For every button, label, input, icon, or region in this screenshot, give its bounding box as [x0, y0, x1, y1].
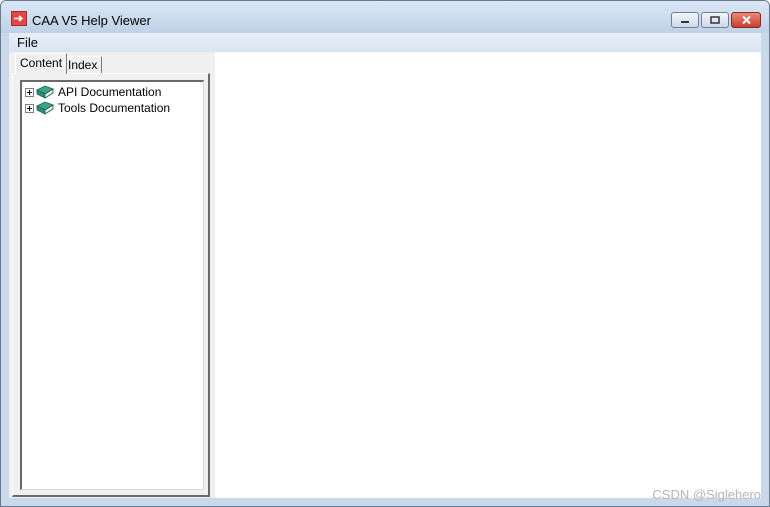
restore-icon — [710, 16, 720, 24]
close-button[interactable] — [731, 12, 761, 28]
caption-buttons — [671, 12, 761, 28]
minimize-icon — [680, 21, 689, 23]
tab-index[interactable]: Index — [63, 56, 103, 73]
menu-bar: File — [9, 33, 761, 52]
tree-item-tools-documentation[interactable]: Tools Documentation — [25, 100, 170, 116]
navigation-panel: Content Index API Documentation Tools Do… — [9, 52, 214, 498]
client-area: Content Index API Documentation Tools Do… — [9, 52, 761, 498]
tab-page-content: API Documentation Tools Documentation — [12, 73, 210, 497]
menu-file[interactable]: File — [17, 35, 38, 50]
book-icon — [36, 101, 54, 115]
title-bar[interactable]: CAA V5 Help Viewer — [1, 1, 769, 33]
restore-button[interactable] — [701, 12, 729, 28]
expand-icon[interactable] — [25, 103, 34, 113]
help-content-pane[interactable] — [215, 52, 761, 498]
content-tree[interactable]: API Documentation Tools Documentation — [20, 80, 204, 490]
tree-item-label: API Documentation — [58, 85, 162, 99]
expand-icon[interactable] — [25, 87, 34, 97]
minimize-button[interactable] — [671, 12, 699, 28]
tree-item-label: Tools Documentation — [58, 101, 171, 115]
watermark: CSDN @Siglehero — [652, 487, 761, 502]
tab-content[interactable]: Content — [15, 53, 68, 74]
window-title: CAA V5 Help Viewer — [32, 13, 151, 28]
app-window: CAA V5 Help Viewer File Content Index AP… — [0, 0, 770, 507]
tree-item-api-documentation[interactable]: API Documentation — [25, 84, 161, 100]
close-icon — [741, 16, 751, 24]
app-icon[interactable] — [11, 11, 27, 26]
book-icon — [36, 85, 54, 99]
